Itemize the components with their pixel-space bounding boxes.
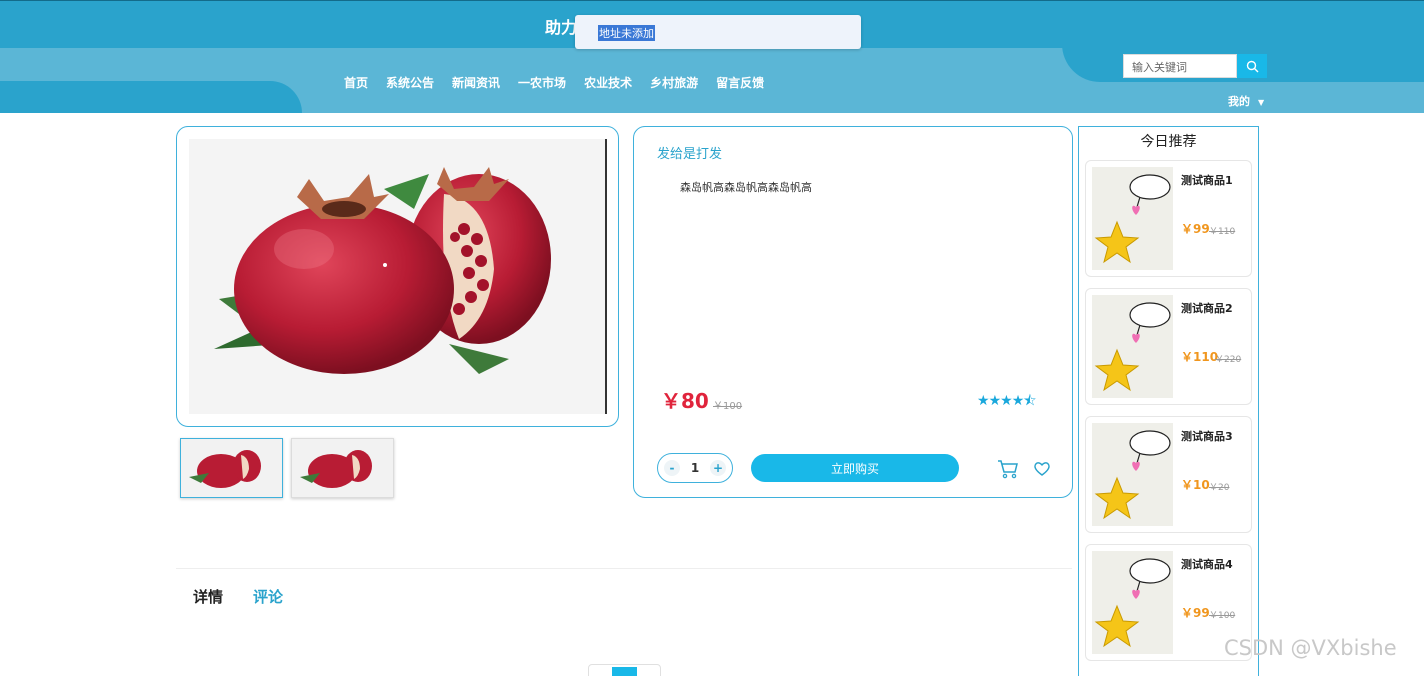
search-input[interactable]: 输入关键词 xyxy=(1123,54,1237,78)
nav-item-agri-tech[interactable]: 农业技术 xyxy=(584,74,632,91)
recommend-item-original-price: ￥20 xyxy=(1209,483,1230,493)
product-image-card xyxy=(176,126,619,427)
main-nav: 首页 系统公告 新闻资讯 一农市场 农业技术 乡村旅游 留言反馈 xyxy=(344,74,782,91)
thumbnail-image xyxy=(181,439,282,497)
thumbnail-image xyxy=(292,439,393,497)
recommend-item-name: 测试商品1 xyxy=(1181,174,1233,187)
tab-details[interactable]: 详情 xyxy=(193,586,223,607)
recommend-item-price: ￥99 xyxy=(1181,222,1210,236)
recommend-item-price: ￥10 xyxy=(1181,478,1210,492)
quantity-value[interactable]: 1 xyxy=(691,461,699,475)
recommend-item-image xyxy=(1092,167,1173,270)
product-price: ￥80 xyxy=(661,389,709,413)
recommend-item[interactable]: 测试商品3 ￥10 ￥20 xyxy=(1085,416,1252,533)
star-icon: ★ xyxy=(977,393,990,409)
nav-item-tourism[interactable]: 乡村旅游 xyxy=(650,74,698,91)
pagination-current-page[interactable] xyxy=(612,667,637,676)
recommend-item-price: ￥110 xyxy=(1181,350,1219,364)
search-icon xyxy=(1246,60,1258,72)
half-star-icon: ⯪ xyxy=(1023,393,1036,409)
nav-item-announcements[interactable]: 系统公告 xyxy=(386,74,434,91)
star-cartoon-image xyxy=(1094,174,1171,264)
recommend-item-image xyxy=(1092,423,1173,526)
recommend-item-original-price: ￥110 xyxy=(1209,227,1236,237)
product-title: 发给是打发 xyxy=(657,147,723,162)
quantity-decrease-button[interactable]: - xyxy=(664,460,680,476)
cart-icon[interactable] xyxy=(997,459,1019,479)
nav-item-feedback[interactable]: 留言反馈 xyxy=(716,74,764,91)
heart-icon[interactable] xyxy=(1033,461,1051,477)
star-cartoon-image xyxy=(1094,558,1171,648)
thumbnail-2[interactable] xyxy=(291,438,394,498)
address-popup-text: 地址未添加 xyxy=(598,25,655,41)
recommend-item[interactable]: 测试商品1 ￥99 ￥110 xyxy=(1085,160,1252,277)
quantity-stepper: - 1 + xyxy=(657,453,733,483)
product-description: 森岛帆高森岛帆高森岛帆高 xyxy=(680,181,812,194)
star-icon: ★ xyxy=(1000,393,1013,409)
header-curve-left xyxy=(0,81,302,113)
product-original-price: ￥100 xyxy=(713,401,743,412)
buy-now-button[interactable]: 立即购买 xyxy=(751,454,959,482)
search-button[interactable] xyxy=(1237,54,1267,78)
recommend-sidebar: 今日推荐 测试商品1 ￥99 ￥110 测试商品2 ￥110 ￥220 测试商品… xyxy=(1078,126,1259,676)
star-cartoon-image xyxy=(1094,430,1171,520)
recommend-item-name: 测试商品3 xyxy=(1181,430,1233,443)
star-cartoon-image xyxy=(1094,302,1171,392)
quantity-increase-button[interactable]: + xyxy=(709,460,726,476)
address-popup: 地址未添加 xyxy=(575,15,861,49)
chevron-down-icon: ▼ xyxy=(1258,98,1265,107)
thumbnail-1[interactable] xyxy=(180,438,283,498)
site-title: 助力 xyxy=(545,18,578,37)
recommend-item-original-price: ￥220 xyxy=(1215,355,1242,365)
sidebar-title: 今日推荐 xyxy=(1140,134,1197,150)
recommend-item[interactable]: 测试商品2 ￥110 ￥220 xyxy=(1085,288,1252,405)
nav-item-news[interactable]: 新闻资讯 xyxy=(452,74,500,91)
my-account-menu[interactable]: 我的 ▼ xyxy=(1228,93,1264,109)
section-divider xyxy=(176,568,1072,569)
nav-item-market[interactable]: 一农市场 xyxy=(518,74,566,91)
star-icon: ★ xyxy=(1011,393,1025,409)
rating-stars: ★★★★⯪ xyxy=(977,390,1037,414)
pomegranate-image xyxy=(214,167,551,374)
recommend-item-image xyxy=(1092,295,1173,398)
tab-comments[interactable]: 评论 xyxy=(253,586,283,607)
star-icon: ★ xyxy=(988,393,1002,409)
product-info-card: 发给是打发 森岛帆高森岛帆高森岛帆高 ￥80 ￥100 ★★★★⯪ - 1 + … xyxy=(633,126,1073,498)
recommend-item-name: 测试商品2 xyxy=(1181,302,1233,315)
recommend-item-name: 测试商品4 xyxy=(1181,558,1233,571)
watermark: CSDN @VXbishe xyxy=(1224,636,1397,660)
recommend-item-original-price: ￥100 xyxy=(1209,611,1236,621)
product-main-image xyxy=(189,139,607,414)
nav-item-home[interactable]: 首页 xyxy=(344,74,368,91)
recommend-item-image xyxy=(1092,551,1173,654)
recommend-item-price: ￥99 xyxy=(1181,606,1210,620)
my-account-label: 我的 xyxy=(1228,95,1250,108)
